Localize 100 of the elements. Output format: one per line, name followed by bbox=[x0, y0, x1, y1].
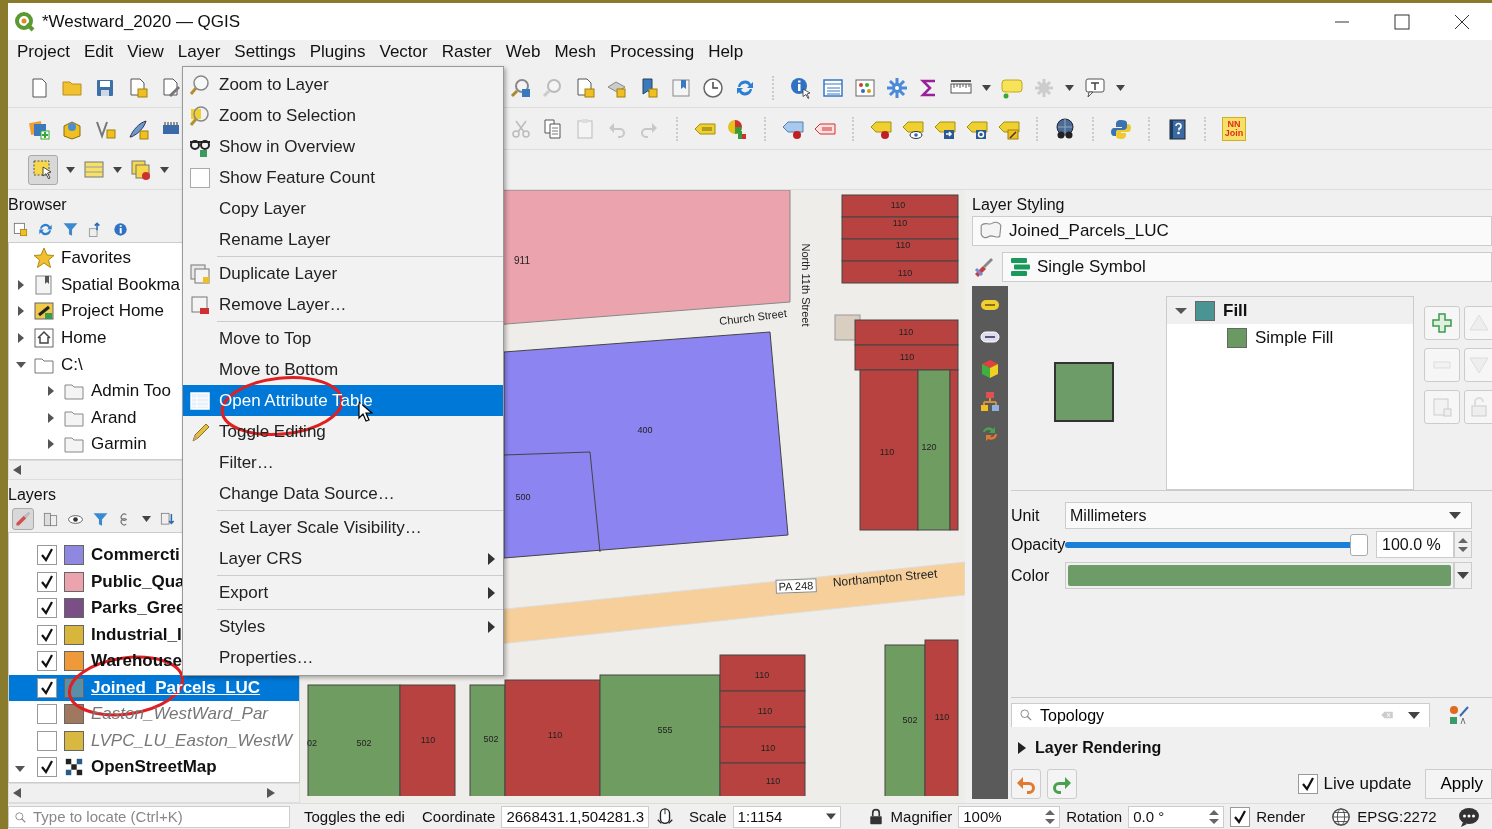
collapsed-arrow-icon[interactable] bbox=[16, 306, 26, 317]
menu-item[interactable]: Change Data Source… bbox=[183, 478, 503, 509]
crs-button[interactable]: EPSG:2272 bbox=[1357, 808, 1437, 825]
caret-icon[interactable] bbox=[66, 166, 75, 173]
search-field[interactable]: Topology bbox=[1011, 703, 1430, 727]
add-group-icon[interactable] bbox=[42, 510, 59, 528]
style-brush-button[interactable] bbox=[12, 508, 34, 530]
locator-field[interactable]: Type to locate (Ctrl+K) bbox=[8, 805, 290, 828]
filter-icon[interactable] bbox=[62, 220, 79, 238]
feather-icon[interactable] bbox=[127, 117, 149, 140]
collapsed-arrow-icon[interactable] bbox=[1017, 742, 1027, 754]
section-header[interactable]: Layer Rendering bbox=[1011, 733, 1492, 763]
close-icon[interactable] bbox=[1454, 13, 1470, 30]
menu-item[interactable]: Plugins bbox=[302, 42, 373, 62]
coordinate-field[interactable]: 2668431.1,504281.3 bbox=[501, 805, 650, 828]
bookmarks-icon[interactable] bbox=[670, 76, 692, 99]
text-bubble-icon[interactable] bbox=[1084, 76, 1106, 99]
menu-item[interactable]: Settings bbox=[227, 42, 303, 62]
caret-icon[interactable] bbox=[142, 516, 151, 522]
tree-item[interactable]: Project Home bbox=[61, 301, 164, 322]
select-tool-button[interactable] bbox=[28, 154, 58, 185]
collapsed-arrow-icon[interactable] bbox=[16, 333, 26, 344]
globe-binoculars-icon[interactable] bbox=[1054, 117, 1076, 140]
caret-icon[interactable] bbox=[1408, 712, 1420, 719]
apply-button[interactable]: Apply bbox=[1425, 769, 1492, 799]
cube-icon[interactable] bbox=[979, 358, 1001, 380]
expanded-arrow-icon[interactable] bbox=[1175, 305, 1187, 316]
caret-icon[interactable] bbox=[1065, 84, 1074, 91]
speech-bubble-icon[interactable] bbox=[1001, 76, 1023, 99]
add-layer-button[interactable] bbox=[1424, 306, 1460, 340]
checkbox[interactable] bbox=[37, 757, 57, 778]
menu-item[interactable]: Remove Layer… bbox=[183, 289, 503, 320]
checkbox[interactable] bbox=[37, 730, 57, 751]
checkbox[interactable] bbox=[1297, 774, 1318, 794]
caret-icon[interactable] bbox=[982, 84, 991, 91]
menu-item[interactable]: Styles bbox=[183, 611, 503, 642]
menu-item[interactable]: Properties… bbox=[183, 642, 503, 673]
magnifier-field[interactable]: 100% bbox=[958, 805, 1061, 828]
deselect-icon[interactable] bbox=[130, 158, 152, 181]
clock-icon[interactable] bbox=[702, 76, 724, 99]
menu-item[interactable]: Help bbox=[701, 42, 751, 62]
menu-item[interactable]: Web bbox=[498, 42, 548, 62]
checkbox[interactable] bbox=[37, 571, 57, 592]
scroll-left-icon[interactable] bbox=[13, 465, 21, 475]
rotation-field[interactable]: 0.0 ° bbox=[1128, 805, 1225, 828]
opacity-slider[interactable] bbox=[1065, 533, 1368, 556]
collapsed-arrow-icon[interactable] bbox=[46, 439, 56, 450]
menu-item[interactable]: Layer CRS bbox=[183, 543, 503, 574]
caret-icon[interactable] bbox=[113, 166, 122, 173]
layer-dropdown[interactable]: Joined_Parcels_LUC bbox=[972, 216, 1492, 246]
caret-icon[interactable] bbox=[160, 166, 169, 173]
unit-dropdown[interactable]: Millimeters bbox=[1065, 502, 1472, 529]
menu-item[interactable]: Vector bbox=[372, 42, 435, 62]
add-icon[interactable] bbox=[12, 220, 29, 238]
spin-arrows-icon[interactable] bbox=[1458, 537, 1468, 552]
settings-icon[interactable] bbox=[886, 76, 908, 99]
menu-item[interactable]: Export bbox=[183, 577, 503, 608]
tree-item[interactable]: Home bbox=[61, 328, 107, 349]
spin-arrows-icon[interactable] bbox=[1045, 809, 1056, 824]
tree-item[interactable]: C:\ bbox=[61, 354, 83, 375]
caret-icon[interactable] bbox=[1457, 572, 1469, 579]
scroll-left-icon[interactable] bbox=[13, 788, 21, 798]
layer-row[interactable]: LVPC_LU_Easton_WestW bbox=[9, 727, 299, 754]
caret-button[interactable] bbox=[1454, 562, 1472, 589]
undo-button[interactable] bbox=[1011, 769, 1041, 799]
menu-item[interactable]: Show Feature Count bbox=[183, 162, 503, 193]
menu-item[interactable]: Filter… bbox=[183, 447, 503, 478]
menu-item[interactable]: Raster bbox=[434, 42, 499, 62]
checkbox[interactable] bbox=[37, 704, 57, 725]
menu-item[interactable]: Layer bbox=[170, 42, 228, 62]
globe-icon[interactable] bbox=[1331, 806, 1352, 827]
info-icon[interactable] bbox=[112, 220, 129, 238]
layer-row[interactable]: OpenStreetMap bbox=[9, 754, 299, 781]
filter-icon[interactable] bbox=[92, 510, 109, 528]
pie-chart-icon[interactable] bbox=[726, 117, 748, 140]
color-button[interactable] bbox=[1065, 562, 1454, 589]
tree-item[interactable]: Admin Too bbox=[91, 381, 171, 402]
menu-item[interactable]: Zoom to Layer bbox=[183, 69, 503, 100]
tree-item[interactable]: Favorites bbox=[61, 248, 131, 269]
caret-icon[interactable] bbox=[1116, 84, 1125, 91]
spin-buttons[interactable] bbox=[1454, 531, 1472, 558]
checkbox[interactable] bbox=[37, 677, 57, 698]
menu-item[interactable]: Move to Bottom bbox=[183, 354, 503, 385]
tree-item[interactable]: Arand bbox=[91, 407, 137, 428]
paint-brush-icon[interactable] bbox=[972, 256, 994, 278]
diagram-icon[interactable] bbox=[979, 390, 1001, 412]
menu-item[interactable]: Rename Layer bbox=[183, 224, 503, 255]
menu-item[interactable]: Project bbox=[10, 42, 77, 62]
expanded-arrow-icon[interactable] bbox=[15, 764, 25, 774]
plugin-button[interactable]: NN Join bbox=[1222, 116, 1246, 141]
menu-item[interactable]: Processing bbox=[603, 42, 702, 62]
menu-item[interactable]: Copy Layer bbox=[183, 193, 503, 224]
menu-item[interactable]: Edit bbox=[76, 42, 121, 62]
caret-icon[interactable] bbox=[825, 813, 836, 820]
symbol-tree-item[interactable]: Fill bbox=[1167, 297, 1413, 324]
tree-item[interactable]: Spatial Bookma bbox=[61, 274, 181, 295]
layer-row[interactable]: Easton_WestWard_Par bbox=[9, 701, 299, 728]
edit-document-icon[interactable] bbox=[160, 76, 182, 99]
menu-item[interactable]: Duplicate Layer bbox=[183, 258, 503, 289]
messages-icon[interactable] bbox=[1458, 805, 1480, 828]
